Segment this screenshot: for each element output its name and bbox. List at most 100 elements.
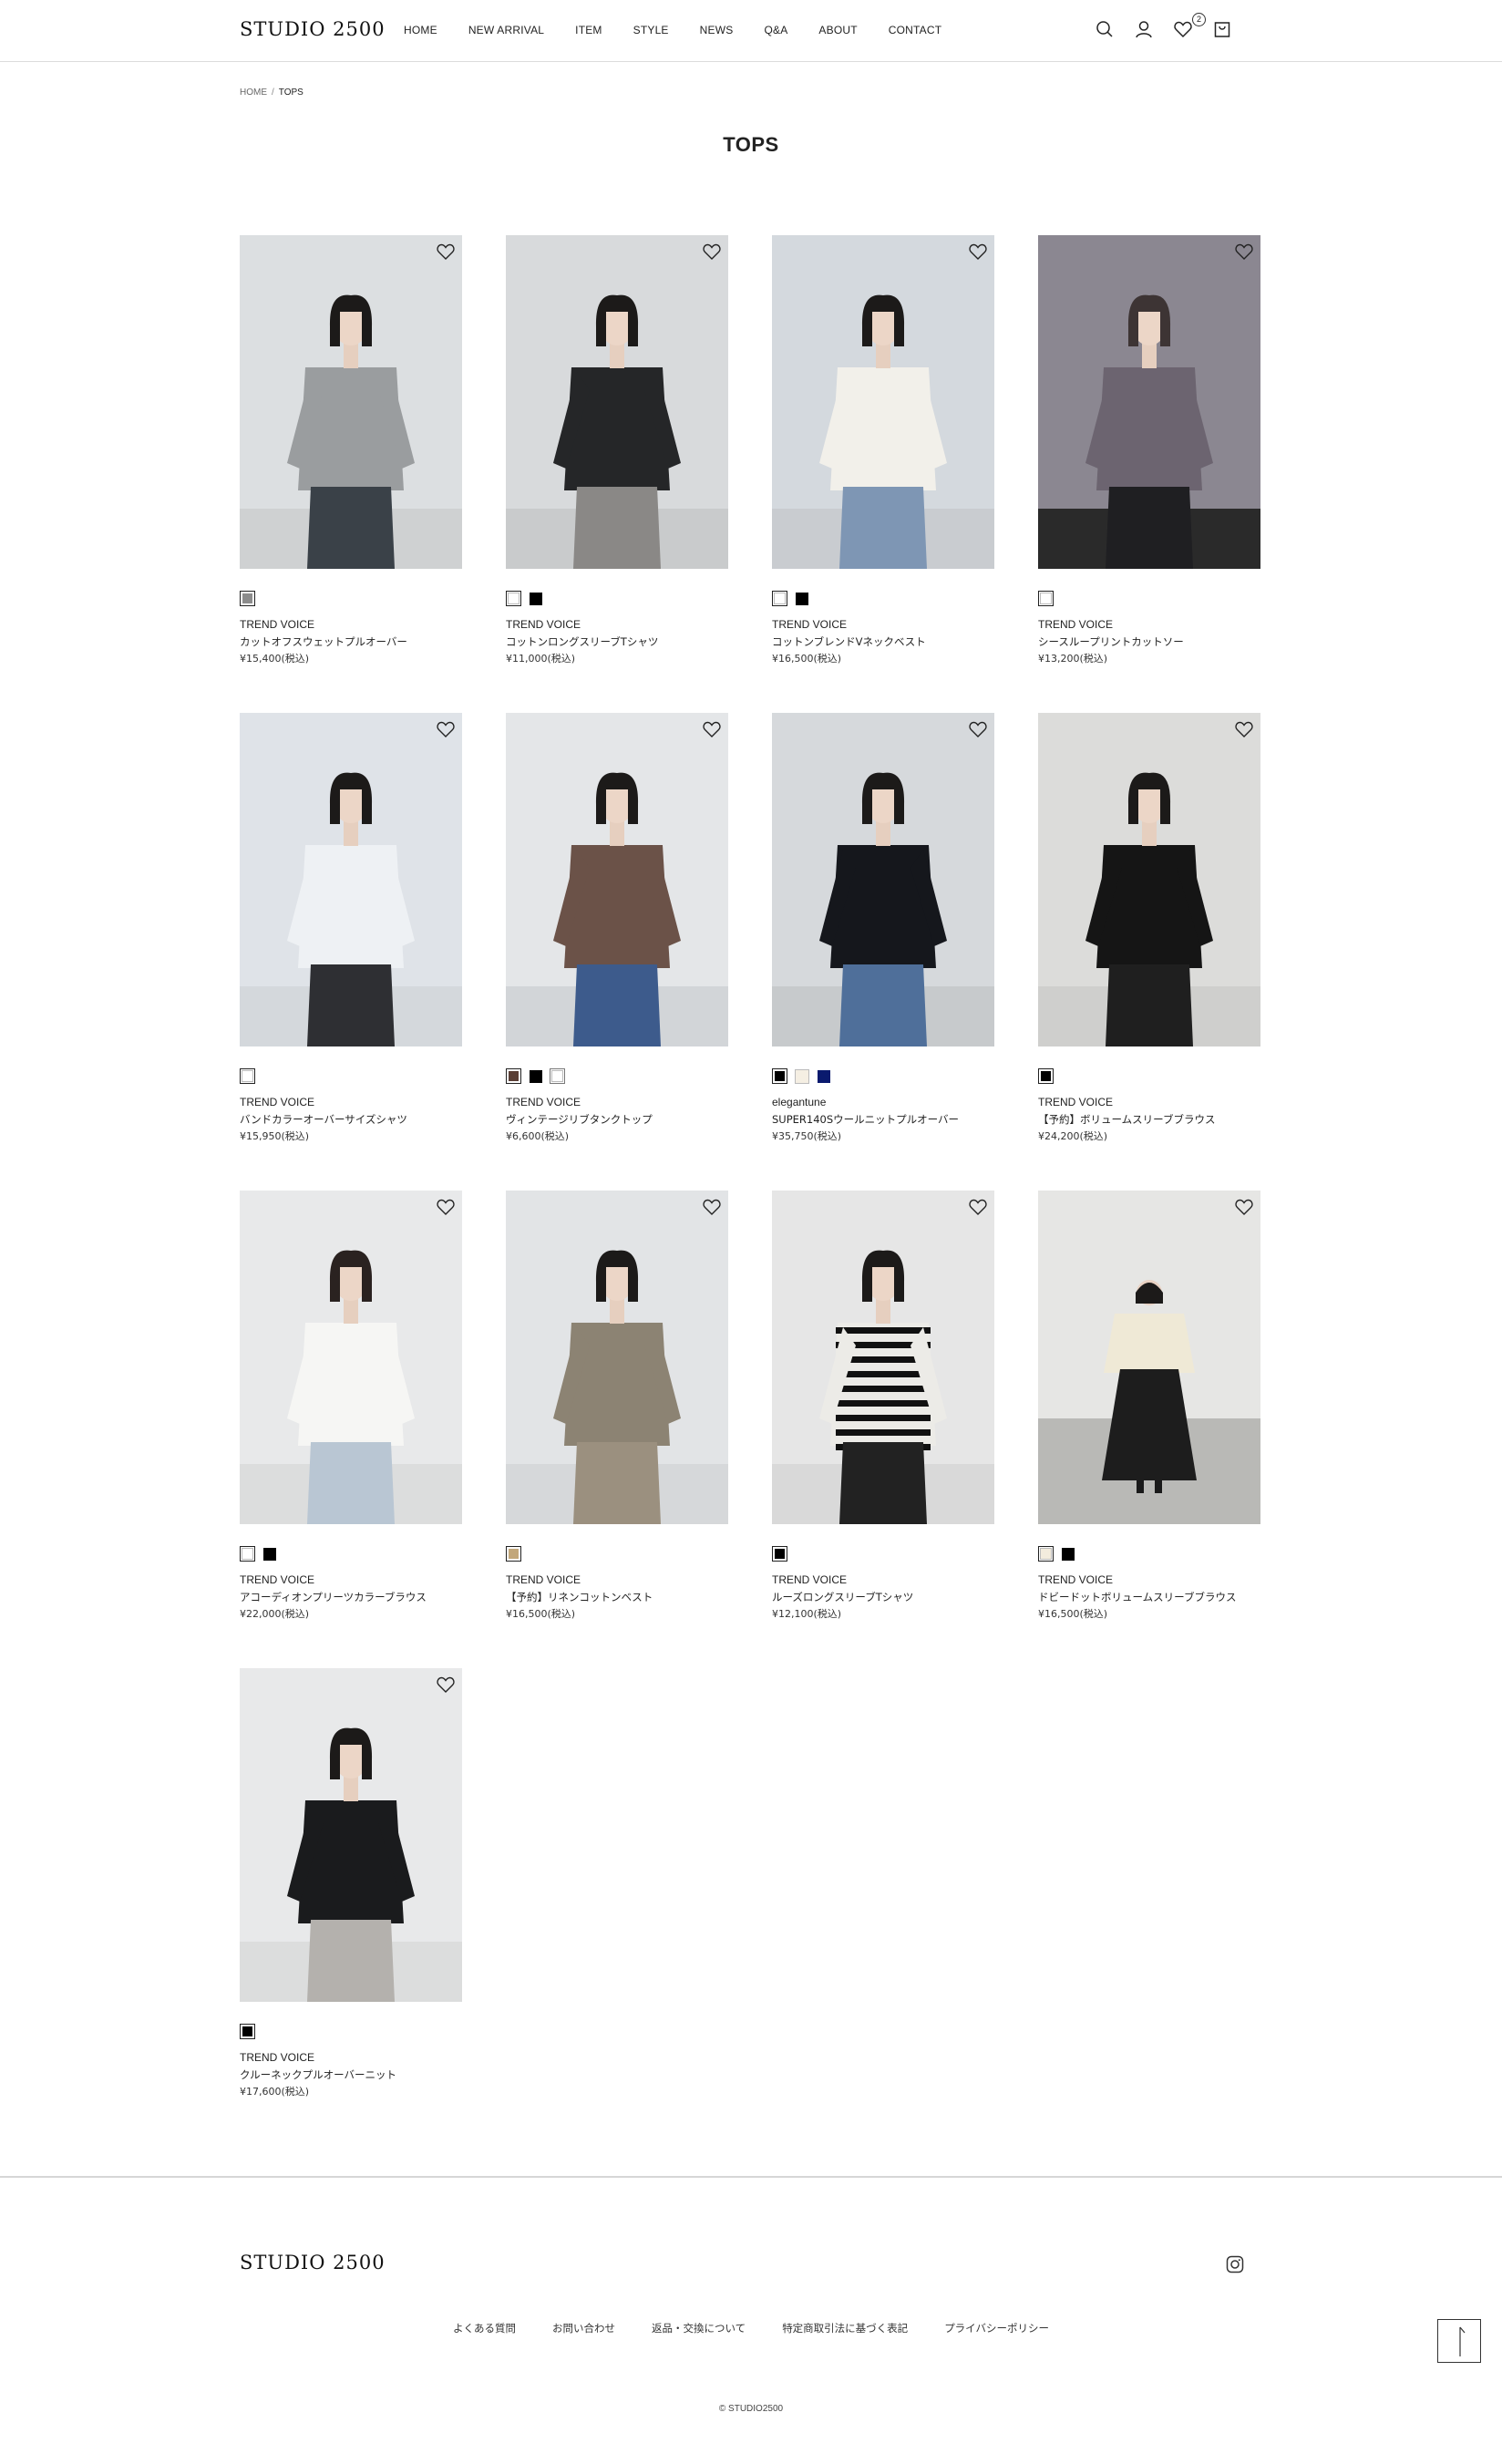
nav-news[interactable]: NEWS [700, 24, 734, 36]
color-swatch[interactable] [1038, 1068, 1054, 1084]
color-swatch[interactable] [794, 1068, 809, 1084]
favorite-heart-icon[interactable] [967, 1196, 989, 1218]
favorite-heart-icon[interactable] [435, 718, 457, 740]
product-card[interactable]: TREND VOICE ドビードットボリュームスリーブブラウス ¥16,500(税込… [1038, 1191, 1260, 1628]
product-name[interactable]: クルーネックプルオーバーニット [240, 2067, 396, 2082]
product-card[interactable]: elegantune SUPER140Sウールニットプルオーバー ¥35,750(税… [772, 713, 994, 1150]
product-image[interactable] [506, 713, 728, 1046]
nav-contact[interactable]: CONTACT [889, 24, 942, 36]
product-card[interactable]: TREND VOICE 【予約】ボリュームスリーブブラウス ¥24,200(税込) [1038, 713, 1260, 1150]
product-image[interactable] [240, 235, 462, 569]
color-swatch[interactable] [1060, 1546, 1075, 1562]
product-card[interactable]: TREND VOICE コットンロングスリーブTシャツ ¥11,000(税込) [506, 235, 728, 673]
color-swatch[interactable] [506, 1068, 521, 1084]
product-name[interactable]: コットンロングスリーブTシャツ [506, 634, 658, 649]
favorite-heart-icon[interactable] [1233, 718, 1255, 740]
product-image[interactable] [1038, 713, 1260, 1046]
product-name[interactable]: アコーディオンプリーツカラーブラウス [240, 1590, 427, 1604]
color-swatch[interactable] [240, 1068, 255, 1084]
nav-new-arrival[interactable]: NEW ARRIVAL [468, 24, 544, 36]
footer-link-faq[interactable]: よくある質問 [453, 2321, 516, 2335]
product-image[interactable] [772, 1191, 994, 1524]
favorite-heart-icon[interactable] [435, 241, 457, 263]
color-swatch[interactable] [772, 1546, 787, 1562]
product-image[interactable] [1038, 235, 1260, 569]
product-card[interactable]: TREND VOICE コットンブレンドVネックベスト ¥16,500(税込) [772, 235, 994, 673]
color-swatch[interactable] [1038, 1546, 1054, 1562]
product-name[interactable]: ルーズロングスリーブTシャツ [772, 1590, 913, 1604]
product-name[interactable]: 【予約】ボリュームスリーブブラウス [1038, 1112, 1215, 1127]
product-brand: TREND VOICE [772, 1573, 848, 1586]
instagram-icon[interactable] [1224, 2253, 1246, 2275]
product-card[interactable]: TREND VOICE クルーネックプルオーバーニット ¥17,600(税込) [240, 1668, 462, 2106]
product-card[interactable]: TREND VOICE カットオフスウェットプルオーバー ¥15,400(税込) [240, 235, 462, 673]
product-image[interactable] [772, 713, 994, 1046]
favorite-heart-icon[interactable] [1233, 241, 1255, 263]
product-card[interactable]: TREND VOICE ルーズロングスリーブTシャツ ¥12,100(税込) [772, 1191, 994, 1628]
color-swatch[interactable] [794, 591, 809, 606]
color-swatch[interactable] [262, 1546, 277, 1562]
product-image[interactable] [240, 1191, 462, 1524]
product-name[interactable]: バンドカラーオーバーサイズシャツ [240, 1112, 407, 1127]
product-name[interactable]: ヴィンテージリブタンクトップ [506, 1112, 653, 1127]
product-name[interactable]: カットオフスウェットプルオーバー [240, 634, 407, 649]
site-logo[interactable]: STUDIO 2500 [240, 18, 386, 40]
cart-icon[interactable] [1211, 18, 1233, 40]
product-card[interactable]: TREND VOICE 【予約】リネンコットンベスト ¥16,500(税込) [506, 1191, 728, 1628]
color-swatch[interactable] [528, 591, 543, 606]
color-swatch[interactable] [240, 2024, 255, 2039]
nav-qa[interactable]: Q&A [764, 24, 787, 36]
footer-logo[interactable]: STUDIO 2500 [240, 2252, 386, 2273]
footer-link-returns[interactable]: 返品・交換について [652, 2321, 746, 2335]
color-swatch[interactable] [550, 1068, 565, 1084]
nav-about[interactable]: ABOUT [818, 24, 857, 36]
color-swatch[interactable] [506, 591, 521, 606]
product-price: ¥15,950(税込) [240, 1130, 310, 1142]
nav-item[interactable]: ITEM [575, 24, 602, 36]
favorite-heart-icon[interactable] [701, 718, 723, 740]
product-image[interactable] [240, 1668, 462, 2002]
product-name[interactable]: SUPER140Sウールニットプルオーバー [772, 1112, 959, 1127]
footer-link-legal[interactable]: 特定商取引法に基づく表記 [782, 2321, 908, 2335]
product-card[interactable]: TREND VOICE バンドカラーオーバーサイズシャツ ¥15,950(税込) [240, 713, 462, 1150]
favorite-heart-icon[interactable] [967, 241, 989, 263]
nav-style[interactable]: STYLE [633, 24, 669, 36]
product-card[interactable]: TREND VOICE アコーディオンプリーツカラーブラウス ¥22,000(税込) [240, 1191, 462, 1628]
color-swatch[interactable] [816, 1068, 831, 1084]
product-image[interactable] [1038, 1191, 1260, 1524]
nav-home[interactable]: HOME [404, 24, 437, 36]
search-icon[interactable] [1094, 18, 1116, 40]
favorite-heart-icon[interactable] [967, 718, 989, 740]
back-to-top-button[interactable] [1437, 2319, 1481, 2363]
breadcrumb-home[interactable]: HOME [240, 88, 267, 98]
color-swatch[interactable] [240, 591, 255, 606]
product-card[interactable]: TREND VOICE ヴィンテージリブタンクトップ ¥6,600(税込) [506, 713, 728, 1150]
product-name[interactable]: 【予約】リネンコットンベスト [506, 1590, 653, 1604]
color-swatch[interactable] [772, 591, 787, 606]
favorite-heart-icon[interactable] [701, 1196, 723, 1218]
favorite-heart-icon[interactable] [1233, 1196, 1255, 1218]
product-name[interactable]: コットンブレンドVネックベスト [772, 634, 926, 649]
account-icon[interactable] [1133, 18, 1155, 40]
footer-link-contact[interactable]: お問い合わせ [552, 2321, 615, 2335]
product-card[interactable]: TREND VOICE シースループリントカットソー ¥13,200(税込) [1038, 235, 1260, 673]
product-name[interactable]: シースループリントカットソー [1038, 634, 1184, 649]
wishlist-icon[interactable] [1172, 18, 1194, 40]
footer-link-privacy[interactable]: プライバシーポリシー [944, 2321, 1049, 2335]
product-image[interactable] [506, 235, 728, 569]
favorite-heart-icon[interactable] [435, 1196, 457, 1218]
product-brand: TREND VOICE [240, 2051, 315, 2064]
favorite-heart-icon[interactable] [701, 241, 723, 263]
swatch-color [242, 1548, 253, 1560]
color-swatch[interactable] [528, 1068, 543, 1084]
product-image[interactable] [240, 713, 462, 1046]
product-name[interactable]: ドビードットボリュームスリーブブラウス [1038, 1590, 1236, 1604]
color-swatch[interactable] [772, 1068, 787, 1084]
color-swatch[interactable] [506, 1546, 521, 1562]
product-image[interactable] [506, 1191, 728, 1524]
product-image[interactable] [772, 235, 994, 569]
swatch-color [529, 1069, 542, 1083]
color-swatch[interactable] [1038, 591, 1054, 606]
color-swatch[interactable] [240, 1546, 255, 1562]
favorite-heart-icon[interactable] [435, 1674, 457, 1696]
